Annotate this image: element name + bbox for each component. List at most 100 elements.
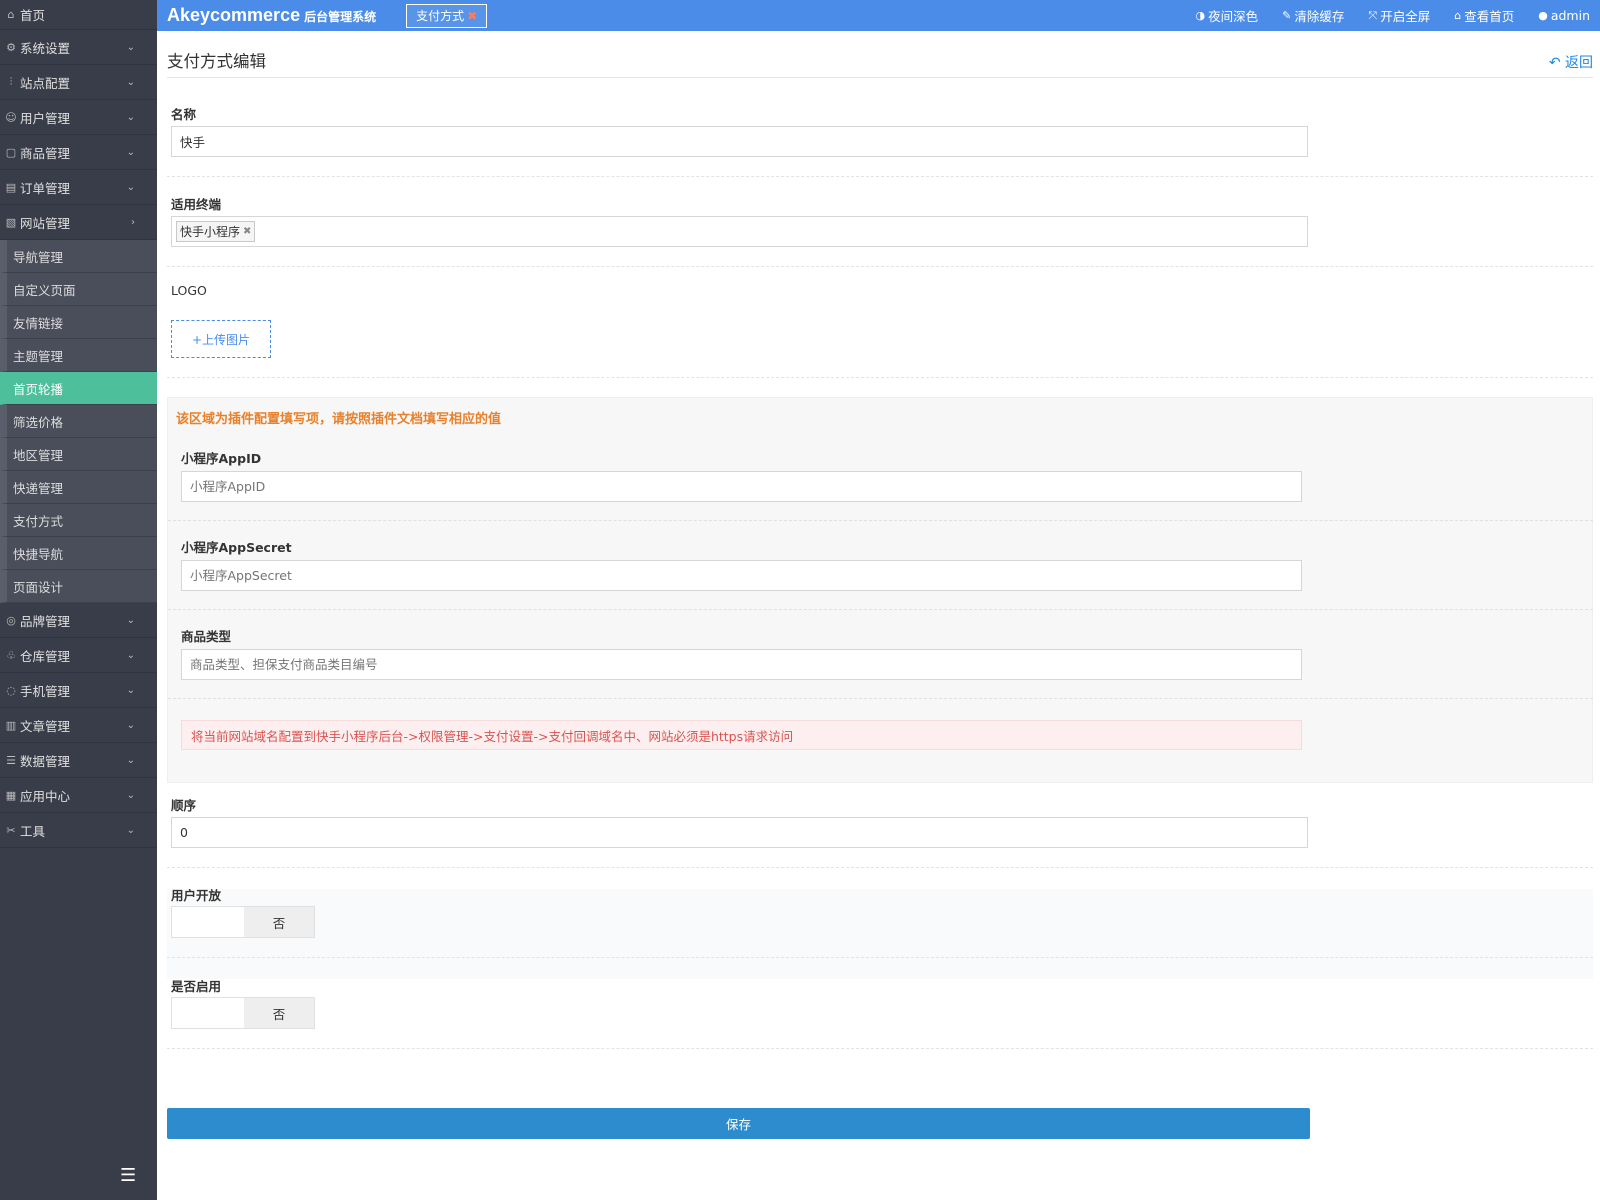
chevron-down-icon: ⌄ (126, 649, 135, 661)
upload-image-button[interactable]: +上传图片 (171, 320, 271, 358)
sidebar-group-groups_bottom-5[interactable]: ▦ 应用中心 ⌄ (0, 778, 157, 813)
back-link[interactable]: ↶ 返回 (1549, 52, 1593, 72)
goods-type-input[interactable] (181, 649, 1302, 680)
fullscreen-icon: ⤧ (1368, 8, 1378, 22)
chevron-down-icon: ⌄ (126, 146, 135, 158)
chevron-down-icon: ⌄ (126, 789, 135, 801)
back-label: 返回 (1565, 55, 1593, 71)
sidebar-group-label: 仓库管理 (20, 648, 71, 664)
sidebar-subitem[interactable]: 导航管理 (0, 240, 157, 273)
nav-group-icon: ◎ (6, 613, 16, 627)
user-open-label: 用户开放 (171, 888, 222, 903)
sidebar-group-groups_top-3[interactable]: ▢ 商品管理 ⌄ (0, 135, 157, 170)
switch-knob (172, 998, 244, 1028)
save-button[interactable]: 保存 (167, 1108, 1310, 1139)
logo-field: LOGO +上传图片 (167, 283, 1593, 358)
sidebar-subitem[interactable]: 页面设计 (0, 570, 157, 603)
nav-group-icon: ☰ (6, 753, 16, 767)
sidebar-subitem[interactable]: 支付方式 (0, 504, 157, 537)
logo-label: LOGO (171, 283, 207, 298)
clear-cache-button[interactable]: ✎ 清除缓存 (1282, 6, 1344, 25)
night-mode-button[interactable]: ◑ 夜间深色 (1196, 6, 1259, 25)
sidebar-subitem[interactable]: 快递管理 (0, 471, 157, 504)
nav-group-icon: ▥ (5, 718, 17, 732)
chevron-down-icon: ⌄ (126, 41, 135, 53)
sidebar-group-groups_bottom-4[interactable]: ☰ 数据管理 ⌄ (0, 743, 157, 778)
sidebar-group-groups_top-4[interactable]: ▤ 订单管理 ⌄ (0, 170, 157, 205)
sidebar-group-groups_bottom-3[interactable]: ▥ 文章管理 ⌄ (0, 708, 157, 743)
sidebar-group-groups_bottom-0[interactable]: ◎ 品牌管理 ⌄ (0, 603, 157, 638)
nav-group-icon: ▤ (5, 180, 17, 194)
sidebar-group-label: 应用中心 (20, 788, 71, 804)
sidebar-group-label: 网站管理 (20, 215, 71, 231)
sidebar-group-groups_top-5[interactable]: ▧ 网站管理 › (0, 205, 157, 240)
admin-icon: ● (1538, 9, 1548, 22)
appsecret-input[interactable] (181, 560, 1302, 591)
sidebar-item-home[interactable]: ⌂ 首页 (0, 0, 157, 30)
tab-payment-method[interactable]: 支付方式 ✖ (406, 3, 488, 28)
fullscreen-button[interactable]: ⤧ 开启全屏 (1368, 6, 1430, 25)
clear-cache-icon: ✎ (1282, 9, 1292, 22)
plugin-notice: 该区域为插件配置填写项，请按照插件文档填写相应的值 (176, 412, 502, 427)
enabled-label: 是否启用 (171, 979, 222, 994)
name-input[interactable]: 快手 (171, 126, 1308, 157)
sidebar-subitem[interactable]: 快捷导航 (0, 537, 157, 570)
user-open-field: 用户开放 否 (167, 885, 1593, 938)
fullscreen-label: 开启全屏 (1380, 9, 1431, 24)
goods-type-label: 商品类型 (181, 629, 232, 644)
remove-tag-icon[interactable]: ✖ (243, 226, 251, 237)
appsecret-label: 小程序AppSecret (181, 540, 292, 555)
sidebar-group-groups_bottom-2[interactable]: ◌ 手机管理 ⌄ (0, 673, 157, 708)
close-tab-icon[interactable]: ✖ (467, 9, 477, 23)
appid-input[interactable] (181, 471, 1302, 502)
terminal-tag-label: 快手小程序 (180, 225, 241, 239)
brand-name: Akeycommerce (167, 5, 301, 25)
sidebar-group-groups_top-1[interactable]: ⫶ 站点配置 ⌄ (0, 65, 157, 100)
clear-cache-label: 清除缓存 (1294, 9, 1345, 24)
page-header: 支付方式编辑 ↶ 返回 (167, 48, 1593, 78)
divider (167, 377, 1593, 378)
chevron-down-icon: ⌄ (126, 754, 135, 766)
sidebar-group-groups_bottom-6[interactable]: ✂ 工具 ⌄ (0, 813, 157, 848)
sidebar-item-label: 首页 (20, 8, 46, 23)
sidebar-group-label: 文章管理 (20, 718, 71, 734)
brand-logo: Akeycommerce 后台管理系统 (157, 5, 376, 26)
order-label: 顺序 (171, 798, 197, 813)
terminal-label: 适用终端 (171, 197, 222, 212)
divider (168, 520, 1593, 521)
nav-group-icon: ▦ (5, 788, 17, 802)
appid-label: 小程序AppID (181, 451, 262, 466)
nav-group-icon: ♧ (6, 648, 16, 662)
chevron-down-icon: ⌄ (126, 181, 135, 193)
sidebar-subitem[interactable]: 友情链接 (0, 306, 157, 339)
brand-subtitle: 后台管理系统 (304, 10, 377, 24)
enabled-field: 是否启用 否 (167, 976, 1593, 1029)
sidebar-subitem[interactable]: 自定义页面 (0, 273, 157, 306)
nav-group-icon: ✂ (6, 823, 16, 837)
terminal-select[interactable]: 快手小程序 ✖ (171, 216, 1308, 247)
header-actions: ◑ 夜间深色 ✎ 清除缓存 ⤧ 开启全屏 ⌂ 查看首页 ● admin (1172, 0, 1590, 31)
admin-label: admin (1550, 8, 1590, 23)
admin-button[interactable]: ● admin (1538, 8, 1590, 23)
chevron-right-icon: › (131, 216, 135, 228)
sidebar-subitem[interactable]: 筛选价格 (0, 405, 157, 438)
sidebar-subitem[interactable]: 地区管理 (0, 438, 157, 471)
appid-field: 小程序AppID (181, 448, 1581, 502)
nav-group-icon: ▧ (5, 215, 17, 229)
divider (167, 957, 1593, 958)
user-open-switch[interactable]: 否 (171, 906, 315, 938)
terminal-tag: 快手小程序 ✖ (176, 221, 256, 242)
order-input[interactable]: 0 (171, 817, 1308, 848)
sidebar-collapse-icon[interactable]: ☰ (120, 1165, 136, 1186)
sidebar-subitem[interactable]: 主题管理 (0, 339, 157, 372)
sidebar-group-groups_top-0[interactable]: ⚙ 系统设置 ⌄ (0, 30, 157, 65)
night-mode-label: 夜间深色 (1208, 9, 1259, 24)
enabled-switch[interactable]: 否 (171, 997, 315, 1029)
sidebar-subitem[interactable]: 首页轮播 (0, 372, 157, 405)
sidebar-group-groups_top-2[interactable]: ☺ 用户管理 ⌄ (0, 100, 157, 135)
sidebar-group-label: 工具 (20, 823, 46, 839)
chevron-down-icon: ⌄ (126, 614, 135, 626)
order-field: 顺序 0 (167, 795, 1593, 848)
sidebar-group-groups_bottom-1[interactable]: ♧ 仓库管理 ⌄ (0, 638, 157, 673)
view-home-button[interactable]: ⌂ 查看首页 (1454, 6, 1514, 25)
